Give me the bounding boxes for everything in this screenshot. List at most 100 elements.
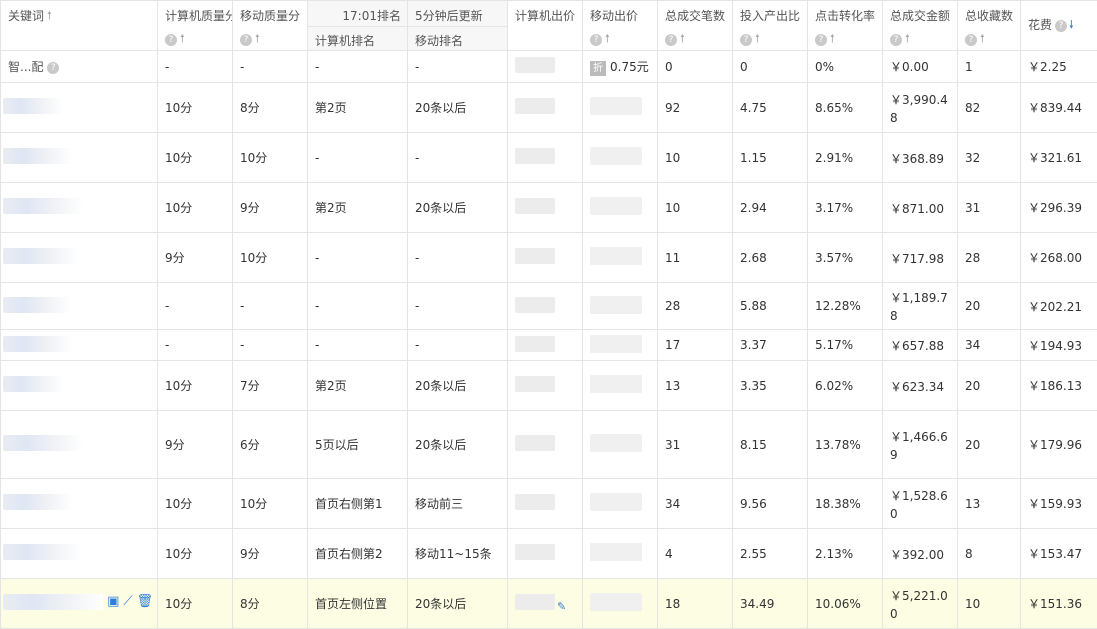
pc-bid-cell[interactable] (508, 529, 583, 579)
question-icon[interactable]: ? (815, 34, 827, 46)
keyword-cell[interactable]: 智...配 ? (1, 51, 158, 83)
pc-quality-cell: 10分 (158, 529, 233, 579)
question-icon[interactable]: ? (740, 34, 752, 46)
mobile-bid-cell[interactable] (583, 479, 658, 529)
mobile-rank-cell: 移动前三 (408, 479, 508, 529)
sort-up-icon[interactable]: 🠕 (180, 30, 185, 49)
mobile-bid-cell[interactable] (583, 133, 658, 183)
pc-quality-cell: 9分 (158, 233, 233, 283)
ctr-conv-cell: 3.57% (808, 233, 883, 283)
cost-cell: ￥159.93 (1021, 479, 1097, 529)
pc-bid-cell[interactable] (508, 411, 583, 479)
keyword-cell[interactable] (1, 83, 158, 133)
keyword-cell[interactable] (1, 361, 158, 411)
mobile-bid-value (590, 247, 642, 265)
pc-quality-cell: - (158, 283, 233, 330)
header-mobile-quality-label: 移动质量分 (240, 7, 307, 24)
sort-up-icon[interactable]: 🠕 (980, 30, 985, 49)
keyword-cell[interactable] (1, 233, 158, 283)
question-icon[interactable]: ? (47, 62, 59, 74)
total-fav-cell: 28 (958, 233, 1021, 283)
sort-up-icon[interactable]: 🠕 (830, 30, 835, 49)
mobile-bid-cell[interactable] (583, 361, 658, 411)
pencil-icon[interactable]: ✎ (557, 600, 566, 613)
pc-bid-cell[interactable] (508, 233, 583, 283)
question-icon[interactable]: ? (1055, 20, 1067, 32)
keyword-cell[interactable] (1, 283, 158, 330)
total-amount-cell: ￥657.88 (883, 330, 958, 361)
header-pc-rank: 计算机排名 (308, 27, 408, 51)
total-deals-cell: 13 (658, 361, 733, 411)
mobile-bid-cell[interactable] (583, 529, 658, 579)
header-keyword[interactable]: 关键词🠕 (1, 1, 158, 51)
total-deals-cell: 18 (658, 579, 733, 629)
mobile-rank-cell: 20条以后 (408, 83, 508, 133)
roi-cell: 5.88 (733, 283, 808, 330)
chart-icon[interactable]: ▣ (107, 594, 119, 609)
pc-bid-cell[interactable] (508, 183, 583, 233)
mobile-quality-cell: 10分 (233, 133, 308, 183)
sort-up-icon[interactable]: 🠕 (605, 30, 610, 49)
question-icon[interactable]: ? (890, 34, 902, 46)
mobile-bid-cell[interactable]: 折0.75元 (583, 51, 658, 83)
keyword-cell[interactable]: ▣ ⟋ 🗑 (1, 579, 158, 629)
trash-icon[interactable]: 🗑 (136, 594, 153, 609)
cost-cell: ￥179.96 (1021, 411, 1097, 479)
keyword-cell[interactable] (1, 133, 158, 183)
keyword-text (3, 544, 81, 560)
keyword-text (3, 594, 103, 610)
mobile-bid-cell[interactable] (583, 411, 658, 479)
mobile-quality-cell: - (233, 283, 308, 330)
total-amount-cell: ￥1,189.78 (883, 283, 958, 330)
pc-bid-cell[interactable] (508, 330, 583, 361)
trend-line-icon[interactable]: ⟋ (123, 594, 132, 609)
mobile-bid-cell[interactable] (583, 330, 658, 361)
pc-bid-cell[interactable] (508, 283, 583, 330)
down-arrow-icon[interactable]: 🠗 (1069, 18, 1074, 31)
mobile-bid-cell[interactable] (583, 579, 658, 629)
sort-up-icon[interactable]: 🠕 (680, 30, 685, 49)
sort-up-icon[interactable]: 🠕 (755, 30, 760, 49)
pc-bid-cell[interactable] (508, 51, 583, 83)
keyword-cell[interactable] (1, 411, 158, 479)
pc-quality-cell: 10分 (158, 183, 233, 233)
pc-rank-cell: 第2页 (308, 361, 408, 411)
mobile-bid-cell[interactable] (583, 83, 658, 133)
header-cost[interactable]: 花费?🠗 (1021, 1, 1097, 51)
pc-bid-cell[interactable] (508, 133, 583, 183)
pc-bid-cell[interactable]: ✎ (508, 579, 583, 629)
pc-bid-value (515, 494, 555, 510)
sort-up-icon[interactable]: 🠕 (47, 7, 52, 26)
question-icon[interactable]: ? (240, 34, 252, 46)
ctr-conv-cell: 3.17% (808, 183, 883, 233)
ctr-conv-cell: 5.17% (808, 330, 883, 361)
sort-up-icon[interactable]: 🠕 (905, 30, 910, 49)
keyword-cell[interactable] (1, 479, 158, 529)
pc-rank-cell: - (308, 133, 408, 183)
sort-up-icon[interactable]: 🠕 (255, 30, 260, 49)
keyword-text (3, 376, 63, 392)
pc-rank-cell: 第2页 (308, 83, 408, 133)
mobile-rank-cell: - (408, 283, 508, 330)
keyword-cell[interactable] (1, 529, 158, 579)
pc-bid-cell[interactable] (508, 83, 583, 133)
mobile-bid-cell[interactable] (583, 283, 658, 330)
mobile-bid-cell[interactable] (583, 233, 658, 283)
question-icon[interactable]: ? (665, 34, 677, 46)
mobile-quality-cell: 10分 (233, 233, 308, 283)
question-icon[interactable]: ? (590, 34, 602, 46)
pc-rank-cell: - (308, 283, 408, 330)
table-row: 10分9分第2页20条以后102.943.17%￥871.0031￥296.39 (1, 183, 1097, 233)
question-icon[interactable]: ? (965, 34, 977, 46)
total-deals-cell: 34 (658, 479, 733, 529)
total-amount-cell: ￥3,990.48 (883, 83, 958, 133)
pc-bid-cell[interactable] (508, 361, 583, 411)
keyword-cell[interactable] (1, 330, 158, 361)
mobile-bid-cell[interactable] (583, 183, 658, 233)
mobile-quality-cell: 8分 (233, 83, 308, 133)
question-icon[interactable]: ? (165, 34, 177, 46)
table-row: ----285.8812.28%￥1,189.7820￥202.21 (1, 283, 1097, 330)
keyword-cell[interactable] (1, 183, 158, 233)
keyword-text (3, 198, 83, 214)
pc-bid-cell[interactable] (508, 479, 583, 529)
